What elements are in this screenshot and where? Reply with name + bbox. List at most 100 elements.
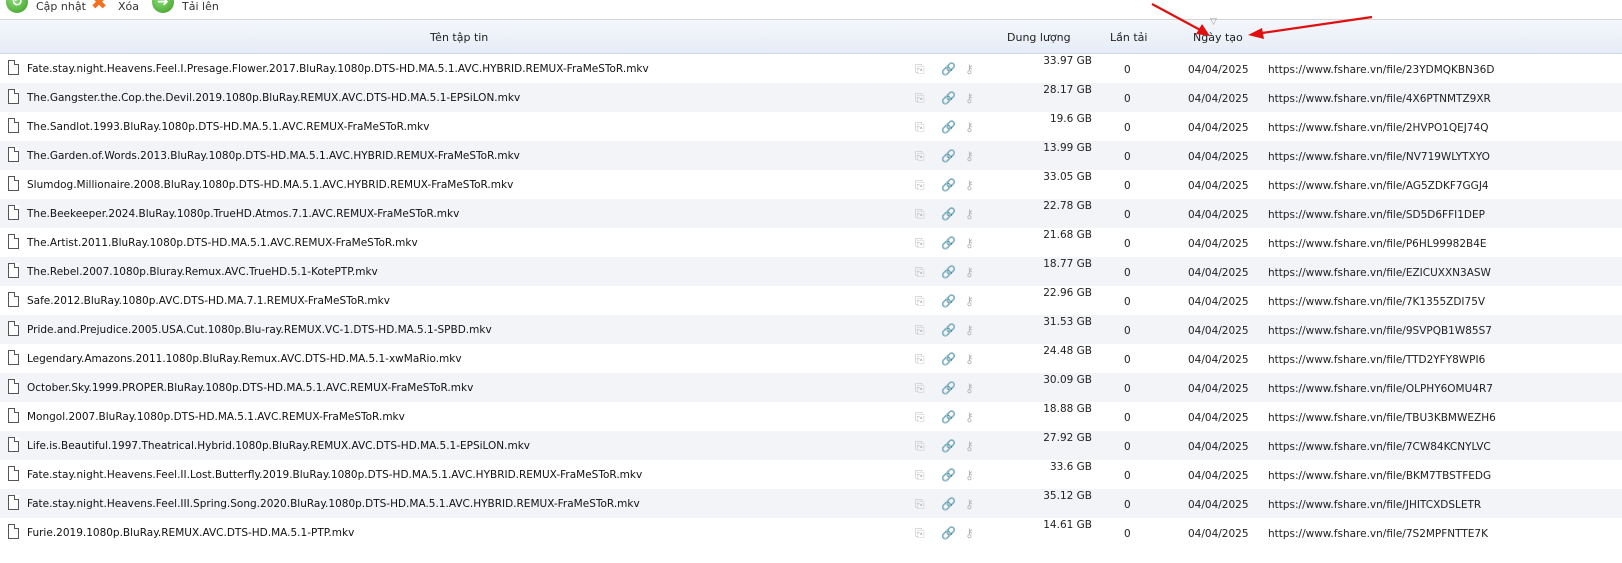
file-name[interactable]: Furie.2019.1080p.BluRay.REMUX.AVC.DTS-HD… bbox=[27, 527, 354, 539]
file-link[interactable]: https://www.fshare.vn/file/9SVPQB1W85S7 bbox=[1268, 325, 1492, 337]
transfer-button[interactable]: ➜ Tải lên bbox=[152, 0, 219, 14]
file-name[interactable]: The.Sandlot.1993.BluRay.1080p.DTS-HD.MA.… bbox=[27, 121, 429, 133]
move-icon[interactable]: ⎘ bbox=[915, 497, 925, 512]
link-icon[interactable]: 🔗 bbox=[941, 381, 956, 395]
move-icon[interactable]: ⎘ bbox=[915, 352, 925, 367]
table-row[interactable]: Fate.stay.night.Heavens.Feel.II.Lost.But… bbox=[0, 460, 1622, 489]
link-icon[interactable]: 🔗 bbox=[941, 526, 956, 540]
move-icon[interactable]: ⎘ bbox=[915, 62, 925, 77]
move-icon[interactable]: ⎘ bbox=[915, 381, 925, 396]
file-link[interactable]: https://www.fshare.vn/file/23YDMQKBN36D bbox=[1268, 64, 1494, 76]
file-name[interactable]: The.Beekeeper.2024.BluRay.1080p.TrueHD.A… bbox=[27, 208, 459, 220]
table-row[interactable]: Pride.and.Prejudice.2005.USA.Cut.1080p.B… bbox=[0, 315, 1622, 344]
key-icon[interactable]: ⚷ bbox=[965, 294, 974, 308]
file-link[interactable]: https://www.fshare.vn/file/2HVPO1QEJ74Q bbox=[1268, 122, 1489, 134]
table-row[interactable]: The.Garden.of.Words.2013.BluRay.1080p.DT… bbox=[0, 141, 1622, 170]
column-header-name[interactable]: Tên tập tin bbox=[430, 31, 488, 44]
link-icon[interactable]: 🔗 bbox=[941, 294, 956, 308]
file-name[interactable]: October.Sky.1999.PROPER.BluRay.1080p.DTS… bbox=[27, 382, 473, 394]
move-icon[interactable]: ⎘ bbox=[915, 323, 925, 338]
file-name[interactable]: Safe.2012.BluRay.1080p.AVC.DTS-HD.MA.7.1… bbox=[27, 295, 390, 307]
link-icon[interactable]: 🔗 bbox=[941, 265, 956, 279]
key-icon[interactable]: ⚷ bbox=[965, 120, 974, 134]
file-link[interactable]: https://www.fshare.vn/file/4X6PTNMTZ9XR bbox=[1268, 93, 1491, 105]
key-icon[interactable]: ⚷ bbox=[965, 91, 974, 105]
key-icon[interactable]: ⚷ bbox=[965, 410, 974, 424]
table-row[interactable]: Mongol.2007.BluRay.1080p.DTS-HD.MA.5.1.A… bbox=[0, 402, 1622, 431]
key-icon[interactable]: ⚷ bbox=[965, 352, 974, 366]
table-row[interactable]: October.Sky.1999.PROPER.BluRay.1080p.DTS… bbox=[0, 373, 1622, 402]
table-row[interactable]: The.Beekeeper.2024.BluRay.1080p.TrueHD.A… bbox=[0, 199, 1622, 228]
table-row[interactable]: Slumdog.Millionaire.2008.BluRay.1080p.DT… bbox=[0, 170, 1622, 199]
link-icon[interactable]: 🔗 bbox=[941, 149, 956, 163]
file-link[interactable]: https://www.fshare.vn/file/7S2MPFNTTE7K bbox=[1268, 528, 1488, 540]
link-icon[interactable]: 🔗 bbox=[941, 236, 956, 250]
file-link[interactable]: https://www.fshare.vn/file/JHITCXDSLETR bbox=[1268, 499, 1481, 511]
move-icon[interactable]: ⎘ bbox=[915, 178, 925, 193]
file-link[interactable]: https://www.fshare.vn/file/OLPHY6OMU4R7 bbox=[1268, 383, 1493, 395]
link-icon[interactable]: 🔗 bbox=[941, 352, 956, 366]
file-name[interactable]: The.Rebel.2007.1080p.Bluray.Remux.AVC.Tr… bbox=[27, 266, 378, 278]
table-row[interactable]: Furie.2019.1080p.BluRay.REMUX.AVC.DTS-HD… bbox=[0, 518, 1622, 547]
table-row[interactable]: The.Sandlot.1993.BluRay.1080p.DTS-HD.MA.… bbox=[0, 112, 1622, 141]
key-icon[interactable]: ⚷ bbox=[965, 381, 974, 395]
column-header-downloads[interactable]: Lần tải bbox=[1110, 31, 1147, 44]
file-name[interactable]: Slumdog.Millionaire.2008.BluRay.1080p.DT… bbox=[27, 179, 513, 191]
file-name[interactable]: Fate.stay.night.Heavens.Feel.II.Lost.But… bbox=[27, 469, 642, 481]
key-icon[interactable]: ⚷ bbox=[965, 526, 974, 540]
move-icon[interactable]: ⎘ bbox=[915, 410, 925, 425]
file-name[interactable]: Life.is.Beautiful.1997.Theatrical.Hybrid… bbox=[27, 440, 530, 452]
file-link[interactable]: https://www.fshare.vn/file/P6HL99982B4E bbox=[1268, 238, 1487, 250]
file-name[interactable]: The.Artist.2011.BluRay.1080p.DTS-HD.MA.5… bbox=[27, 237, 418, 249]
link-icon[interactable]: 🔗 bbox=[941, 410, 956, 424]
move-icon[interactable]: ⎘ bbox=[915, 468, 925, 483]
link-icon[interactable]: 🔗 bbox=[941, 497, 956, 511]
file-name[interactable]: Fate.stay.night.Heavens.Feel.I.Presage.F… bbox=[27, 63, 649, 75]
file-name[interactable]: The.Garden.of.Words.2013.BluRay.1080p.DT… bbox=[27, 150, 520, 162]
key-icon[interactable]: ⚷ bbox=[965, 178, 974, 192]
table-row[interactable]: Life.is.Beautiful.1997.Theatrical.Hybrid… bbox=[0, 431, 1622, 460]
move-icon[interactable]: ⎘ bbox=[915, 149, 925, 164]
key-icon[interactable]: ⚷ bbox=[965, 236, 974, 250]
column-header-created[interactable]: Ngày tạo bbox=[1193, 31, 1243, 44]
file-name[interactable]: The.Gangster.the.Cop.the.Devil.2019.1080… bbox=[27, 92, 520, 104]
table-row[interactable]: The.Gangster.the.Cop.the.Devil.2019.1080… bbox=[0, 83, 1622, 112]
file-name[interactable]: Pride.and.Prejudice.2005.USA.Cut.1080p.B… bbox=[27, 324, 492, 336]
move-icon[interactable]: ⎘ bbox=[915, 207, 925, 222]
move-icon[interactable]: ⎘ bbox=[915, 91, 925, 106]
file-link[interactable]: https://www.fshare.vn/file/TBU3KBMWEZH6 bbox=[1268, 412, 1496, 424]
key-icon[interactable]: ⚷ bbox=[965, 439, 974, 453]
update-button[interactable]: ↻ Cập nhật bbox=[6, 0, 86, 14]
link-icon[interactable]: 🔗 bbox=[941, 178, 956, 192]
file-name[interactable]: Mongol.2007.BluRay.1080p.DTS-HD.MA.5.1.A… bbox=[27, 411, 405, 423]
file-link[interactable]: https://www.fshare.vn/file/7CW84KCNYLVC bbox=[1268, 441, 1491, 453]
link-icon[interactable]: 🔗 bbox=[941, 207, 956, 221]
table-row[interactable]: Legendary.Amazons.2011.1080p.BluRay.Remu… bbox=[0, 344, 1622, 373]
key-icon[interactable]: ⚷ bbox=[965, 149, 974, 163]
file-name[interactable]: Fate.stay.night.Heavens.Feel.III.Spring.… bbox=[27, 498, 640, 510]
file-link[interactable]: https://www.fshare.vn/file/SD5D6FFI1DEP bbox=[1268, 209, 1485, 221]
table-row[interactable]: Fate.stay.night.Heavens.Feel.III.Spring.… bbox=[0, 489, 1622, 518]
file-link[interactable]: https://www.fshare.vn/file/7K1355ZDI75V bbox=[1268, 296, 1485, 308]
table-row[interactable]: The.Artist.2011.BluRay.1080p.DTS-HD.MA.5… bbox=[0, 228, 1622, 257]
key-icon[interactable]: ⚷ bbox=[965, 468, 974, 482]
link-icon[interactable]: 🔗 bbox=[941, 439, 956, 453]
file-link[interactable]: https://www.fshare.vn/file/NV719WLYTXYO bbox=[1268, 151, 1490, 163]
key-icon[interactable]: ⚷ bbox=[965, 62, 974, 76]
file-link[interactable]: https://www.fshare.vn/file/BKM7TBSTFEDG bbox=[1268, 470, 1491, 482]
delete-button[interactable]: ✖ Xóa bbox=[88, 0, 139, 14]
key-icon[interactable]: ⚷ bbox=[965, 497, 974, 511]
link-icon[interactable]: 🔗 bbox=[941, 91, 956, 105]
move-icon[interactable]: ⎘ bbox=[915, 265, 925, 280]
link-icon[interactable]: 🔗 bbox=[941, 120, 956, 134]
file-link[interactable]: https://www.fshare.vn/file/EZICUXXN3ASW bbox=[1268, 267, 1491, 279]
link-icon[interactable]: 🔗 bbox=[941, 468, 956, 482]
key-icon[interactable]: ⚷ bbox=[965, 265, 974, 279]
link-icon[interactable]: 🔗 bbox=[941, 323, 956, 337]
move-icon[interactable]: ⎘ bbox=[915, 236, 925, 251]
move-icon[interactable]: ⎘ bbox=[915, 120, 925, 135]
column-header-size[interactable]: Dung lượng bbox=[1007, 31, 1071, 44]
key-icon[interactable]: ⚷ bbox=[965, 207, 974, 221]
link-icon[interactable]: 🔗 bbox=[941, 62, 956, 76]
move-icon[interactable]: ⎘ bbox=[915, 526, 925, 541]
